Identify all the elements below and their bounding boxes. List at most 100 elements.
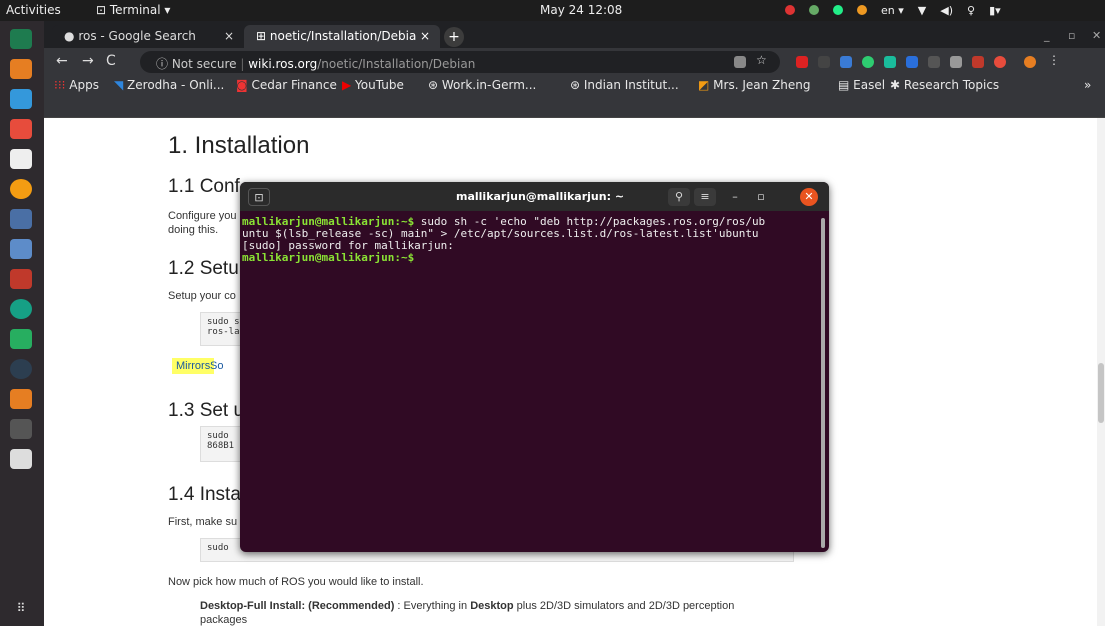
browser-tab-strip: ● ros - Google Search × ⊞ noetic/Install… xyxy=(44,21,1105,48)
mirrors-link[interactable]: Mirrors xyxy=(172,358,215,374)
blender-icon[interactable] xyxy=(10,389,32,409)
translate-icon[interactable] xyxy=(734,56,746,68)
minimize-icon[interactable]: _ xyxy=(1044,29,1050,42)
terminal-window[interactable]: ⊡ mallikarjun@mallikarjun: ~ ⚲ ≡ – ▫ ✕ m… xyxy=(240,182,829,552)
language-selector[interactable]: en ▾ xyxy=(881,4,904,17)
section-1-1-text: Configure you xyxy=(168,210,237,222)
git-icon[interactable] xyxy=(10,239,32,259)
filezilla-icon[interactable] xyxy=(10,269,32,289)
bookmark-apps[interactable]: ⁝⁝⁝ Apps xyxy=(54,78,99,92)
download-icon[interactable] xyxy=(928,56,940,68)
bookmarks-overflow[interactable]: » xyxy=(1084,78,1091,92)
record-icon[interactable] xyxy=(785,5,795,15)
apps-grid-icon: ⁝⁝⁝ xyxy=(54,78,70,92)
reload-icon[interactable]: C xyxy=(106,53,116,69)
extension-icon[interactable] xyxy=(972,56,984,68)
software-center-icon[interactable] xyxy=(10,119,32,139)
show-apps-icon[interactable]: ⠿ xyxy=(10,601,32,621)
usb-icon[interactable] xyxy=(10,449,32,469)
address-bar[interactable]: ⓘ Not secure | wiki.ros.org/noetic/Insta… xyxy=(140,51,780,73)
bookmark-indian-institute[interactable]: ⊛ Indian Institut... xyxy=(570,78,679,92)
profile-avatar[interactable] xyxy=(1024,56,1036,68)
tab-label: ros - Google Search xyxy=(78,29,196,43)
extension-icon[interactable] xyxy=(884,56,896,68)
close-window-icon[interactable]: ✕ xyxy=(1092,29,1101,42)
terminal-scrollbar[interactable] xyxy=(821,218,825,548)
terminal-app-icon[interactable] xyxy=(10,149,32,169)
source-link[interactable]: So xyxy=(210,360,223,372)
bookmark-research[interactable]: ✱ Research Topics xyxy=(890,78,999,92)
activities-button[interactable]: Activities xyxy=(6,3,61,17)
section-1-2-heading: 1.2 Setu xyxy=(168,258,239,279)
extension-icon[interactable] xyxy=(950,56,962,68)
bookmark-easel[interactable]: ▤ Easel xyxy=(838,78,885,92)
section-1-4-text: First, make su xyxy=(168,516,238,528)
youtube-icon: ▶ xyxy=(342,78,356,92)
bookmark-jean-zheng[interactable]: ◩ Mrs. Jean Zheng xyxy=(698,78,810,92)
network-icon[interactable]: ▼ xyxy=(918,4,926,17)
arduino-icon[interactable] xyxy=(10,299,32,319)
url-host: wiki.ros.org xyxy=(248,57,318,71)
bookmark-work-germany[interactable]: ⊛ Work.in-Germ... xyxy=(428,78,536,92)
grammarly-icon[interactable] xyxy=(862,56,874,68)
extension-icon[interactable] xyxy=(796,56,808,68)
section-1-1-text-2: doing this. xyxy=(168,224,219,236)
battery-icon[interactable]: ▮▾ xyxy=(989,4,1001,17)
bookmark-zerodha[interactable]: ◥ Zerodha - Onli... xyxy=(114,78,224,92)
forward-icon[interactable]: → xyxy=(82,53,94,69)
terminal-active-icon[interactable] xyxy=(10,419,32,439)
microphone-icon[interactable]: ♀ xyxy=(967,4,975,17)
maximize-icon[interactable]: ▫ xyxy=(750,188,772,206)
security-indicator[interactable]: ⓘ Not secure xyxy=(156,57,237,71)
easel-icon: ▤ xyxy=(838,78,854,92)
ros-icon[interactable] xyxy=(10,329,32,349)
bookmark-star-icon[interactable]: ☆ xyxy=(756,53,768,67)
globe-icon: ⊛ xyxy=(428,78,442,92)
page-title: 1. Installation xyxy=(168,132,310,159)
sublime-icon[interactable] xyxy=(10,59,32,79)
more-menu-icon[interactable]: ⋮ xyxy=(1048,53,1060,67)
chrome-tray-icon[interactable] xyxy=(857,5,867,15)
bookmark-cedar[interactable]: ◙ Cedar Finance xyxy=(236,78,337,92)
desktop-full-description-2: packages xyxy=(200,614,248,626)
restore-icon[interactable]: ▫ xyxy=(1068,29,1075,42)
browser-toolbar: ← → C ⓘ Not secure | wiki.ros.org/noetic… xyxy=(44,48,1105,76)
terminal-titlebar[interactable]: ⊡ mallikarjun@mallikarjun: ~ ⚲ ≡ – ▫ ✕ xyxy=(240,182,829,211)
page-scrollbar[interactable] xyxy=(1097,118,1105,626)
chat-icon[interactable] xyxy=(833,5,843,15)
new-tab-icon[interactable]: ⊡ xyxy=(248,188,270,206)
eclipse-icon[interactable] xyxy=(10,359,32,379)
scrollbar-thumb[interactable] xyxy=(1098,363,1104,423)
close-icon[interactable]: ✕ xyxy=(800,188,818,206)
section-1-1-heading: 1.1 Conf xyxy=(168,176,240,197)
terminal-title: mallikarjun@mallikarjun: ~ xyxy=(456,190,625,203)
volume-icon[interactable]: ◀) xyxy=(940,4,953,17)
system-tray: en ▾ ▼ ◀) ♀ ▮▾ xyxy=(785,2,1001,18)
new-tab-button[interactable]: + xyxy=(444,27,464,47)
files-icon[interactable] xyxy=(10,89,32,109)
clock[interactable]: May 24 12:08 xyxy=(540,3,622,17)
vscode-icon[interactable] xyxy=(10,209,32,229)
back-icon[interactable]: ← xyxy=(56,53,68,69)
extension-icon[interactable] xyxy=(994,56,1006,68)
tab-google-search[interactable]: ● ros - Google Search × xyxy=(52,25,244,48)
extension-icon[interactable] xyxy=(840,56,852,68)
app-menu[interactable]: ⊡ Terminal ▾ xyxy=(96,3,170,17)
terminal-line-4: mallikarjun@mallikarjun:~$ xyxy=(242,252,820,264)
pycharm-icon[interactable] xyxy=(10,29,32,49)
close-icon[interactable]: × xyxy=(420,29,430,43)
terminal-output[interactable]: mallikarjun@mallikarjun:~$ sudo sh -c 'e… xyxy=(242,216,820,264)
linkedin-icon[interactable] xyxy=(906,56,918,68)
tab-ros-installation[interactable]: ⊞ noetic/Installation/Debia × xyxy=(244,25,440,48)
search-icon[interactable]: ⚲ xyxy=(668,188,690,206)
chrome-icon[interactable] xyxy=(10,179,32,199)
close-icon[interactable]: × xyxy=(224,29,234,43)
extension-icon[interactable] xyxy=(818,56,830,68)
extension-icon[interactable] xyxy=(809,5,819,15)
section-1-3-heading: 1.3 Set u xyxy=(168,400,245,421)
google-icon: ● xyxy=(64,29,75,43)
terminal-prompt: mallikarjun@mallikarjun:~$ xyxy=(242,251,415,264)
hamburger-menu-icon[interactable]: ≡ xyxy=(694,188,716,206)
bookmark-youtube[interactable]: ▶ YouTube xyxy=(342,78,404,92)
minimize-icon[interactable]: – xyxy=(724,188,746,206)
